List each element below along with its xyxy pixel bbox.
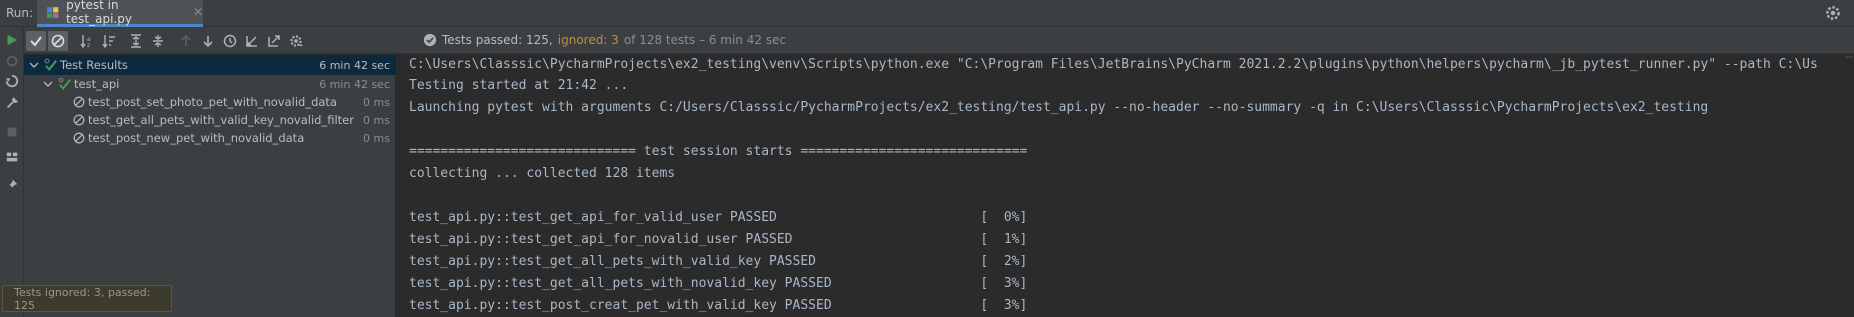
status-passed-text: Tests passed: 125, [442,33,553,47]
show-passed-icon[interactable] [26,31,46,51]
tree-test-item[interactable]: test_get_all_pets_with_valid_key_novalid… [24,110,396,130]
status-total-text: of 128 tests – 6 min 42 sec [623,33,787,47]
passed-check-icon [423,33,437,47]
tree-root-duration: 6 min 42 sec [319,58,390,72]
collapse-all-icon[interactable] [148,31,168,51]
tree-test-item[interactable]: test_post_new_pet_with_novalid_data 0 ms [24,128,396,148]
console-line: ============================= test sessi… [409,144,1028,159]
console-line: collecting ... collected 128 items [409,166,676,181]
export-results-icon[interactable] [264,31,284,51]
console-line: C:\Users\Classsic\PycharmProjects\ex2_te… [409,57,1818,72]
ignored-test-icon [73,96,85,108]
sort-by-duration-icon[interactable] [99,31,119,51]
chevron-down-icon[interactable] [43,79,53,89]
tree-test-label: test_post_set_photo_pet_with_novalid_dat… [88,95,337,109]
stop-icon[interactable] [3,123,21,141]
passed-ignored-icon [44,58,58,71]
run-tool-window-header: Run: pytest in test_api.py ✕ [0,0,1854,27]
tree-test-label: test_get_all_pets_with_valid_key_novalid… [88,113,354,127]
rerun-icon[interactable] [3,31,21,49]
run-label: Run: [6,6,34,20]
close-tab-icon[interactable]: ✕ [193,5,203,19]
passed-ignored-icon [58,77,72,90]
tree-test-duration: 0 ms [363,95,390,109]
console-line: test_api.py::test_post_creat_pet_with_va… [409,298,1028,313]
test-status-summary: Tests passed: 125, ignored: 3 of 128 tes… [423,33,786,47]
previous-failed-icon[interactable] [176,31,196,51]
tree-test-duration: 0 ms [363,131,390,145]
tree-test-duration: 0 ms [363,113,390,127]
chevron-down-icon[interactable] [29,60,39,70]
test-results-tree: Test Results 6 min 42 sec test_api 6 min… [24,55,396,317]
ignored-test-icon [73,132,85,144]
console-output[interactable]: C:\Users\Classsic\PycharmProjects\ex2_te… [397,55,1854,317]
tree-suite-test-api[interactable]: test_api 6 min 42 sec [24,74,396,94]
pin-icon[interactable] [3,176,21,194]
console-line: Testing started at 21:42 ... [409,78,629,93]
tab-title: pytest in test_api.py [66,0,132,26]
tree-test-item[interactable]: test_post_set_photo_pet_with_novalid_dat… [24,92,396,112]
tree-root-test-results[interactable]: Test Results 6 min 42 sec [24,55,396,75]
console-scrollbar[interactable] [1844,55,1854,317]
settings-gear-icon[interactable] [1824,4,1842,22]
tooltip-text: Tests ignored: 3, passed: 125 [14,285,151,312]
toggle-auto-test-icon[interactable] [3,72,21,90]
ignored-test-icon [73,114,85,126]
pytest-icon [46,6,59,18]
test-settings-gear-icon[interactable] [286,31,306,51]
wrench-icon[interactable] [3,94,21,112]
svg-text:z: z [87,42,90,49]
console-line: test_api.py::test_get_api_for_valid_user… [409,210,1028,225]
tree-suite-duration: 6 min 42 sec [319,77,390,91]
sort-alphabetically-icon[interactable]: az [77,31,97,51]
run-configuration-tab[interactable]: pytest in test_api.py ✕ [37,0,203,27]
status-tooltip: Tests ignored: 3, passed: 125 [2,285,172,312]
layout-icon[interactable] [3,148,21,166]
console-line: test_api.py::test_get_all_pets_with_vali… [409,254,1028,269]
tree-suite-label: test_api [74,77,120,91]
test-runner-toolbar: az Tests passed: 125, ignored: 3 of 128 … [24,27,1854,54]
tree-root-label: Test Results [60,58,128,72]
rerun-failed-icon[interactable] [3,52,21,70]
expand-all-icon[interactable] [126,31,146,51]
test-history-icon[interactable] [220,31,240,51]
next-failed-icon[interactable] [198,31,218,51]
show-ignored-icon[interactable] [48,31,68,51]
import-tests-icon[interactable] [242,31,262,51]
status-ignored-text: ignored: 3 [557,33,619,47]
console-line: Launching pytest with arguments C:/Users… [409,100,1709,115]
run-side-toolbar [0,27,24,317]
console-line: test_api.py::test_get_all_pets_with_nova… [409,276,1028,291]
tree-test-label: test_post_new_pet_with_novalid_data [88,131,305,145]
console-line: test_api.py::test_get_api_for_novalid_us… [409,232,1028,247]
